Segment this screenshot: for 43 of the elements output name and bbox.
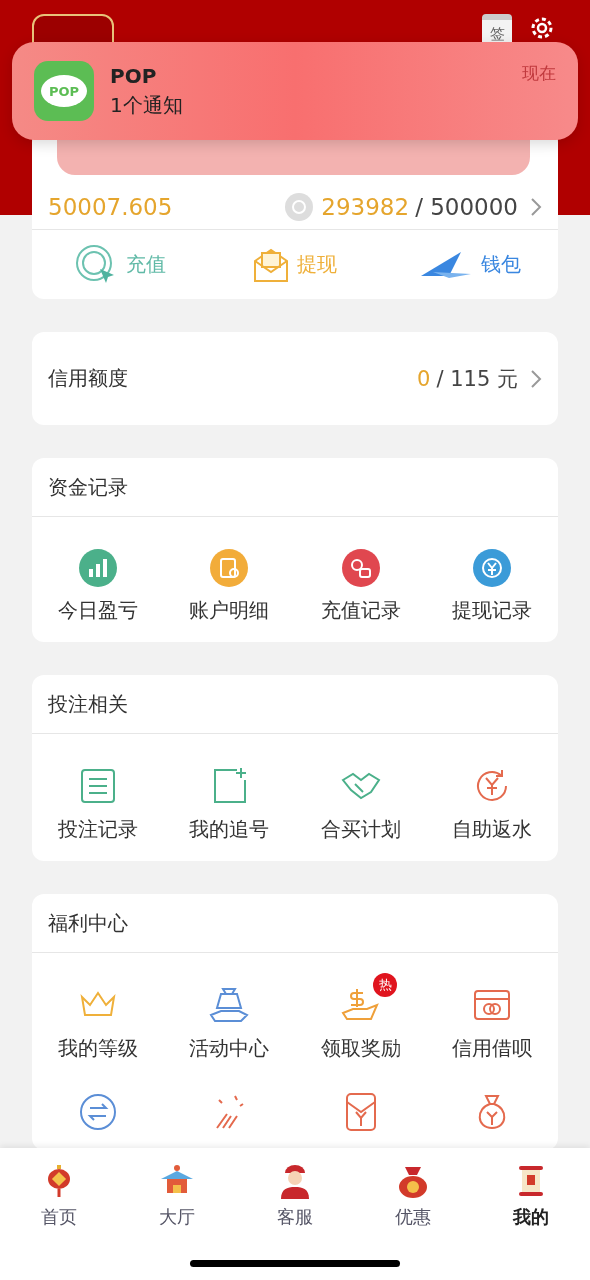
menu-item[interactable]	[77, 1092, 118, 1132]
menu-item[interactable]: 我的等级	[57, 985, 138, 1062]
credit-label: 信用额度	[48, 365, 128, 392]
tab[interactable]: 大厅	[118, 1162, 236, 1230]
notification-toast[interactable]: POP POP 1个通知 现在	[12, 42, 578, 140]
section-title: 资金记录	[48, 473, 128, 501]
coins-icon	[341, 549, 380, 587]
menu-item[interactable]: 我的追号	[189, 766, 270, 843]
points-limit: / 500000	[415, 194, 518, 220]
tab[interactable]: 首页	[0, 1162, 118, 1230]
yen-coin-icon	[473, 549, 512, 587]
exchange-icon	[77, 1092, 118, 1132]
credit-total: / 115 元	[436, 365, 518, 393]
menu-item[interactable]: 今日盈亏	[57, 549, 138, 624]
menu-item[interactable]: 账户明细	[189, 549, 270, 624]
chevron-right-icon	[530, 197, 542, 217]
section-title: 投注相关	[48, 690, 128, 718]
chevron-right-icon	[530, 368, 542, 389]
app-icon: POP	[34, 61, 94, 121]
notification-time: 现在	[522, 62, 556, 85]
tab[interactable]: 优惠	[354, 1162, 472, 1230]
menu-item[interactable]: 投注记录	[57, 766, 138, 843]
credit-card[interactable]: 信用额度 0 / 115 元	[32, 332, 558, 425]
document-search-icon	[210, 549, 249, 587]
bar-chart-icon	[78, 549, 117, 587]
credit-used: 0	[417, 366, 431, 391]
hot-badge: 热	[373, 973, 397, 997]
menu-item[interactable]: 充值记录	[320, 549, 401, 624]
hand-gift-icon	[209, 985, 250, 1025]
points-value: 293982	[321, 194, 410, 220]
menu-item[interactable]: 提现记录	[452, 549, 533, 624]
tab[interactable]: 我的	[472, 1162, 590, 1230]
menu-item[interactable]: 信用借呗	[452, 985, 533, 1062]
section-title: 福利中心	[48, 909, 128, 937]
tab[interactable]: 客服	[236, 1162, 354, 1230]
menu-item[interactable]: 自助返水	[452, 766, 533, 843]
notification-message: 1个通知	[110, 92, 184, 119]
notification-title: POP	[110, 64, 158, 88]
balance-amount: 50007.605	[48, 194, 173, 220]
envelope-icon	[253, 246, 289, 283]
action-button[interactable]: 钱包	[382, 248, 558, 281]
menu-item[interactable]: 合买计划	[320, 766, 401, 843]
menu-item[interactable]: 活动中心	[189, 985, 270, 1062]
